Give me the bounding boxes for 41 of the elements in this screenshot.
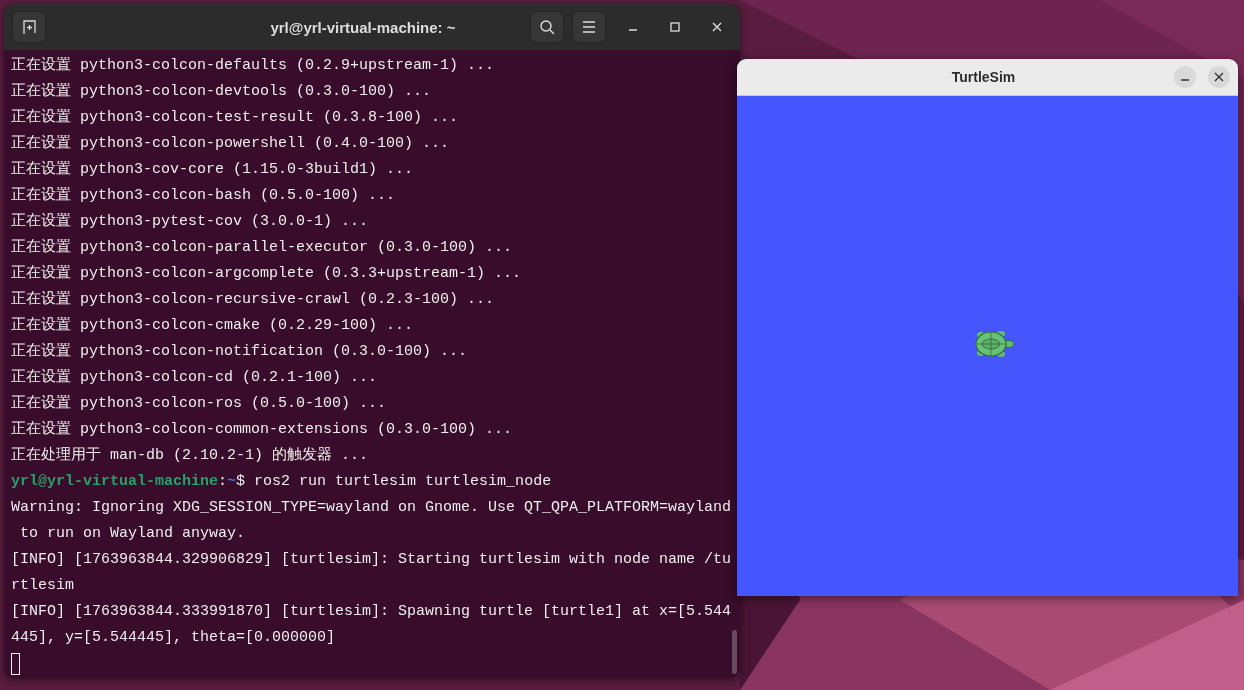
terminal-line: to run on Wayland anyway. [19,524,246,544]
terminal-line: 正在设置 python3-colcon-devtools (0.3.0-100) ... [11,82,432,102]
terminal-line: 正在设置 python3-colcon-defaults (0.2.9+upstream-1) ... [11,56,495,76]
maximize-icon [670,22,680,32]
terminal-line: 正在设置 python3-colcon-common-extensions (0.3.0-100) ... [11,420,513,440]
terminal-line: 正在设置 python3-colcon-test-result (0.3.8-100) ... [11,108,459,128]
terminal-line: 正在设置 python3-colcon-notification (0.3.0-100) ... [11,342,468,362]
terminal-line: 正在设置 python3-colcon-bash (0.5.0-100) ... [11,186,396,206]
terminal-line: 正在设置 python3-colcon-ros (0.5.0-100) ... [11,394,387,414]
close-icon [712,22,722,32]
terminal-line: rtlesim [11,576,74,596]
search-button[interactable] [530,11,564,43]
search-icon [539,19,555,35]
menu-button[interactable] [572,11,606,43]
text-cursor [11,653,20,675]
terminal-line: 正在处理用于 man-db (2.10.2-1) 的触发器 ... [11,445,369,466]
terminal-line: [INFO] [1763963844.329906829] [turtlesim]: Starting turtlesim with node name /tu [11,550,732,570]
terminal-line: 正在设置 python3-colcon-recursive-crawl (0.2.3-100) ... [11,290,495,310]
terminal-line: Warning: Ignoring XDG_SESSION_TYPE=wayland on Gnome. Use QT_QPA_PLATFORM=wayland [11,498,732,518]
terminal-line: 445], y=[5.544445], theta=[0.000000] [11,628,336,648]
minimize-icon [628,29,638,31]
scrollbar[interactable] [732,630,737,674]
window-title: yrl@yrl-virtual-machine: ~ [269,18,457,36]
close-icon [1214,72,1224,82]
terminal-line: 正在设置 python3-cov-core (1.15.0-3build1) ... [11,160,414,180]
terminal-line: 正在设置 python3-colcon-cmake (0.2.29-100) ... [11,316,414,336]
terminal-line: 正在设置 python3-colcon-cd (0.2.1-100) ... [11,368,378,388]
minimize-button[interactable] [1174,66,1196,88]
terminal-line: 正在设置 python3-colcon-argcomplete (0.3.3+upstream-1) ... [11,264,522,284]
turtle-drawing [974,330,1014,357]
window-title: TurtleSim [950,69,1017,85]
terminal-line: 正在设置 python3-colcon-powershell (0.4.0-100) ... [11,134,450,154]
close-button[interactable] [1208,66,1230,88]
terminal-line: 正在设置 python3-pytest-cov (3.0.0-1) ... [11,212,369,232]
minimize-icon [1180,79,1190,81]
prompt-line: yrl@yrl-virtual-machine:~$ ros2 run turtlesim turtlesim_node [11,472,552,492]
new-tab-icon [21,19,37,35]
terminal-line: [INFO] [1763963844.333991870] [turtlesim]: Spawning turtle [turtle1] at x=[5.544 [11,602,732,622]
new-tab-button[interactable] [12,11,46,43]
terminal-line: 正在设置 python3-colcon-parallel-executor (0.3.0-100) ... [11,238,513,258]
menu-icon [582,21,596,33]
